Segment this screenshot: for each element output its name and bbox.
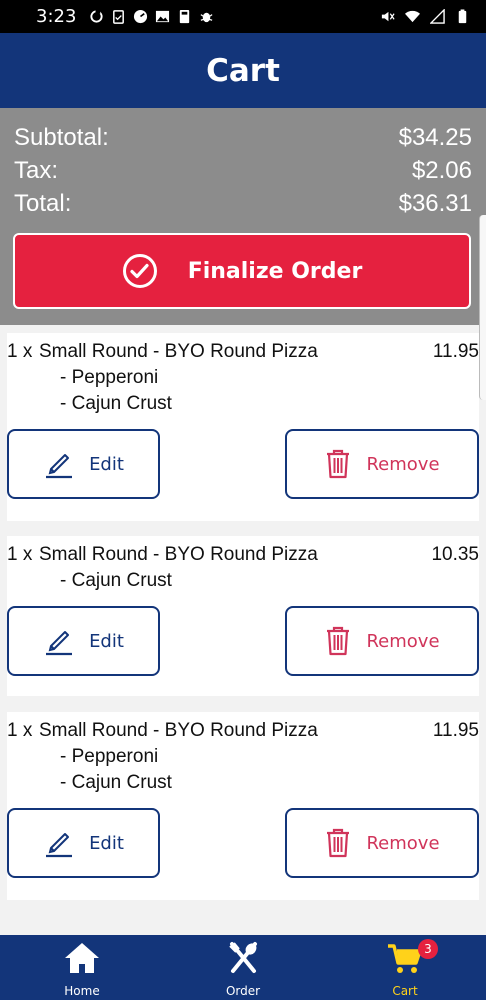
remove-label: Remove [366, 630, 440, 652]
page-title: Cart [206, 52, 280, 89]
tax-label: Tax: [14, 157, 59, 184]
tax-row: Tax: $2.06 [14, 155, 472, 187]
calculator-icon [180, 9, 190, 24]
tax-value: $2.06 [411, 157, 472, 184]
item-price: 10.35 [431, 544, 479, 565]
home-icon [65, 943, 99, 973]
trash-icon [327, 626, 350, 656]
total-value: $36.31 [398, 190, 472, 217]
nav-cart-label: Cart [392, 984, 418, 998]
bug-icon [200, 12, 213, 23]
cart-item-card: 1 x Small Round - BYO Round Pizza 11.95 … [7, 333, 479, 521]
pencil-icon [46, 833, 73, 858]
item-price: 11.95 [432, 341, 479, 362]
speedometer-icon [134, 9, 148, 24]
finalize-order-button[interactable]: Finalize Order [13, 233, 471, 309]
trash-icon [327, 828, 350, 858]
cart-item-list: 1 x Small Round - BYO Round Pizza 11.95 … [0, 325, 486, 935]
item-name: Small Round - BYO Round Pizza [39, 720, 318, 741]
nav-home-label: Home [64, 984, 100, 998]
remove-label: Remove [366, 832, 440, 854]
remove-item-button[interactable]: Remove [285, 606, 479, 676]
item-quantity: 1 x [7, 544, 33, 565]
sync-icon [90, 9, 104, 23]
item-name: Small Round - BYO Round Pizza [39, 544, 318, 565]
item-name: Small Round - BYO Round Pizza [39, 341, 318, 362]
total-row: Total: $36.31 [14, 188, 472, 220]
cart-count-badge: 3 [418, 939, 438, 959]
cart-item-card: 1 x Small Round - BYO Round Pizza 11.95 … [7, 712, 479, 900]
status-time: 3:23 [36, 6, 77, 27]
total-label: Total: [14, 190, 72, 217]
scroll-indicator[interactable] [479, 215, 486, 400]
subtotal-value: $34.25 [398, 124, 472, 151]
item-modifier: - Pepperoni [60, 746, 159, 767]
finalize-order-label: Finalize Order [187, 258, 363, 284]
edit-item-button[interactable]: Edit [7, 606, 160, 676]
edit-label: Edit [89, 630, 124, 652]
bottom-nav: Home Order 3 Cart [0, 935, 486, 1000]
nav-order[interactable]: Order [183, 935, 303, 1000]
remove-label: Remove [366, 453, 440, 475]
clipboard-icon [113, 10, 125, 24]
nav-order-label: Order [225, 984, 261, 998]
nav-home[interactable]: Home [22, 935, 142, 1000]
item-modifier: - Cajun Crust [60, 570, 172, 591]
image-icon [156, 10, 170, 23]
status-bar: 3:23 [0, 0, 486, 33]
signal-icon [430, 9, 445, 24]
cart-item-card: 1 x Small Round - BYO Round Pizza 10.35 … [7, 536, 479, 696]
remove-item-button[interactable]: Remove [285, 429, 479, 499]
item-modifier: - Cajun Crust [60, 772, 172, 793]
edit-item-button[interactable]: Edit [7, 429, 160, 499]
subtotal-row: Subtotal: $34.25 [14, 122, 472, 154]
pencil-icon [46, 454, 73, 479]
pencil-icon [46, 631, 73, 656]
remove-item-button[interactable]: Remove [285, 808, 479, 878]
item-modifier: - Pepperoni [60, 367, 159, 388]
edit-label: Edit [89, 832, 124, 854]
trash-icon [327, 449, 350, 479]
wifi-icon [405, 10, 420, 23]
battery-icon [458, 9, 467, 24]
mute-icon [381, 11, 395, 22]
nav-cart[interactable]: 3 Cart [345, 935, 465, 1000]
utensils-icon [229, 942, 257, 973]
check-circle-icon [122, 254, 157, 288]
edit-label: Edit [89, 453, 124, 475]
app-header: Cart [0, 33, 486, 108]
item-quantity: 1 x [7, 720, 33, 741]
subtotal-label: Subtotal: [14, 124, 109, 151]
item-modifier: - Cajun Crust [60, 393, 172, 414]
item-price: 11.95 [432, 720, 479, 741]
edit-item-button[interactable]: Edit [7, 808, 160, 878]
item-quantity: 1 x [7, 341, 33, 362]
